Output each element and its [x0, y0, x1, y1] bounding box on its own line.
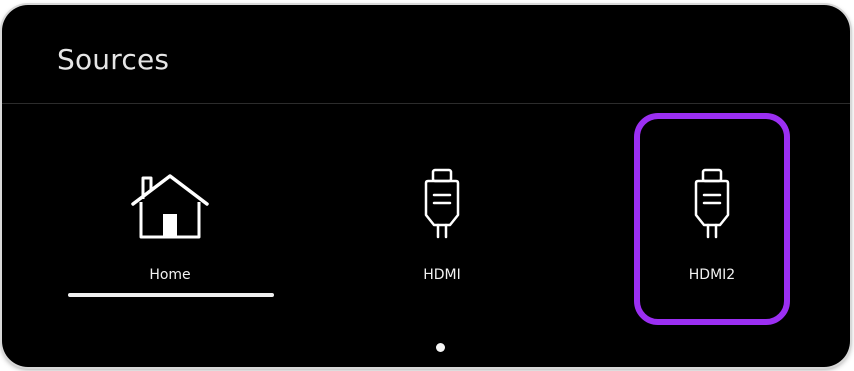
selected-indicator — [68, 293, 274, 297]
source-label-hdmi: HDMI — [423, 267, 461, 283]
page-title: Sources — [57, 43, 170, 76]
hdmi-icon — [632, 165, 792, 245]
source-tile-hdmi2[interactable]: HDMI2 — [632, 115, 792, 325]
hdmi-icon — [362, 165, 522, 245]
source-tile-hdmi[interactable]: HDMI — [362, 115, 522, 325]
page-indicator-dot[interactable] — [436, 343, 445, 352]
sources-panel: Sources Home HDMI HDMI2 — [2, 5, 850, 367]
home-icon — [90, 165, 250, 245]
source-label-home: Home — [149, 267, 191, 283]
header-divider — [2, 103, 850, 104]
source-label-hdmi2: HDMI2 — [688, 267, 736, 283]
